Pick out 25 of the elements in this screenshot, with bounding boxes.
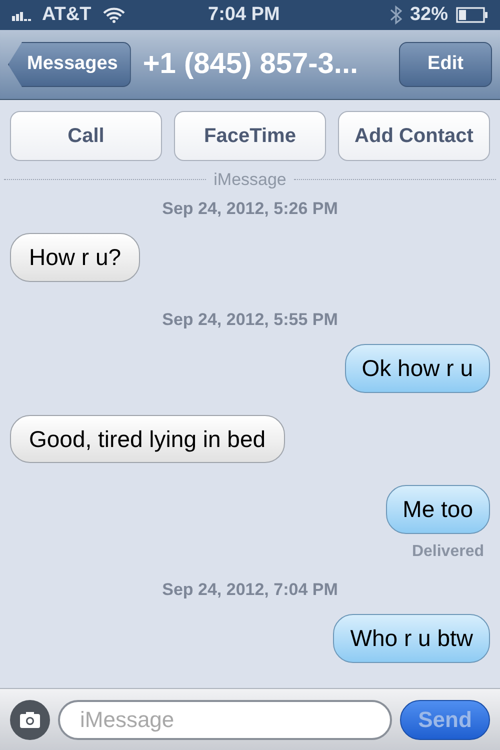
bluetooth-icon <box>390 5 402 25</box>
carrier-label: AT&T <box>42 2 92 27</box>
battery-icon <box>456 7 488 23</box>
battery-percent: 32% <box>410 2 448 27</box>
message-field[interactable]: iMessage <box>58 700 392 740</box>
action-button[interactable]: Call <box>10 111 162 161</box>
action-button[interactable]: Add Contact <box>338 111 490 161</box>
delivery-status: Delivered <box>412 542 484 562</box>
camera-button[interactable] <box>10 700 50 740</box>
sent-message: Me too <box>386 485 490 534</box>
sent-message: Ok how r u <box>344 344 490 392</box>
timestamp: Sep 24, 2012, 7:04 PM <box>162 578 338 600</box>
received-message: Good, tired lying in bed <box>10 414 285 463</box>
timestamp: Sep 24, 2012, 5:26 PM <box>162 198 338 220</box>
contact-title: +1 (845) 857-3... <box>142 46 358 82</box>
timestamp: Sep 24, 2012, 5:55 PM <box>162 308 338 330</box>
camera-icon <box>19 710 41 728</box>
back-button[interactable]: Messages <box>8 42 131 87</box>
edit-button[interactable]: Edit <box>399 42 492 87</box>
action-button[interactable]: FaceTime <box>174 111 326 161</box>
clock-time: 7:04 PM <box>208 2 280 27</box>
service-label: iMessage <box>212 169 288 191</box>
sent-message: Who r u btw <box>333 614 490 662</box>
received-message: How r u? <box>10 233 140 282</box>
wifi-icon <box>103 7 126 23</box>
